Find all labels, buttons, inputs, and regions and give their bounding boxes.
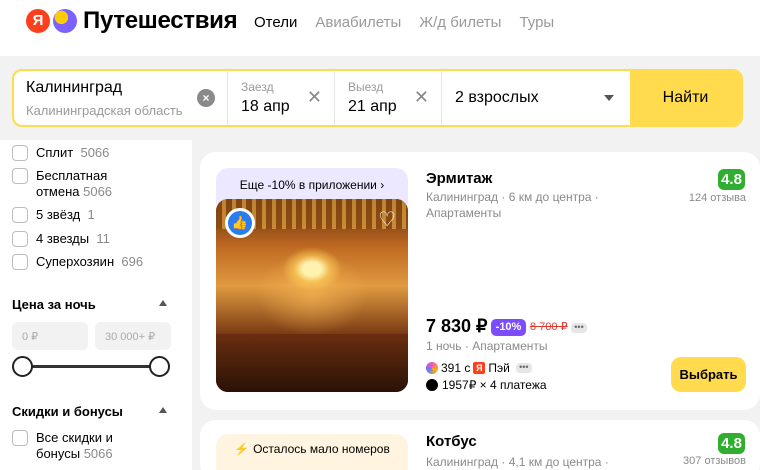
price-heading: Цена за ночь [12,297,96,312]
filter-all-discounts[interactable]: Все скидки и бонусы 5066 [12,430,142,462]
checkbox[interactable] [12,168,28,184]
filter-count: 5066 [80,145,110,160]
nav-tours[interactable]: Туры [519,14,554,31]
banner-text: Осталось мало номеров [253,442,390,456]
filter-count: 5066 [83,446,113,461]
nights-info: 1 ночь · Апартаменты [426,339,548,353]
filter-label: Суперхозяин [36,254,115,269]
hotel-location: Калининград · 6 км до центра · [426,190,599,204]
checkout-value: 21 апр [348,98,397,115]
hotel-name[interactable]: Котбус [426,433,477,450]
search-bar: Калининград Калининградская область × За… [12,69,743,127]
checkin-field[interactable]: Заезд 18 апр ✕ [228,71,335,125]
filters-sidebar: Сплит 5066 Бесплатная отмена 5066 5 звёз… [0,140,192,470]
low-availability-banner: ⚡ Осталось мало номеров [216,434,408,470]
split-payment: 1957₽ × 4 платежа [426,378,547,392]
hotel-type: Апартаменты [426,206,502,220]
chevron-down-icon [604,95,614,101]
hotel-location: Калининград · 4,1 км до центра · [426,455,609,469]
filter-superhost[interactable]: Суперхозяин 696 [12,254,143,270]
checkin-label: Заезд [241,80,274,94]
reviews-count[interactable]: 307 отзывов [683,455,746,467]
cashback-amount: 391 с [441,361,471,375]
filter-count: 1 [87,207,95,222]
plus-icon [426,362,438,374]
more-icon[interactable]: ••• [515,363,532,373]
hotel-photo[interactable]: 👍 ♡ [216,199,408,392]
rating-badge: 4.8 [718,169,745,190]
clear-checkout-icon[interactable]: ✕ [414,87,429,108]
thumbs-up-icon: 👍 [228,211,252,235]
discount-badge: -10% [491,319,526,336]
select-button[interactable]: Выбрать [671,357,746,392]
checkout-label: Выезд [348,80,384,94]
main-nav: Отели Авиабилеты Ж/д билеты Туры [254,14,554,31]
filter-count: 696 [121,254,144,269]
pay-label: Пэй [488,361,510,375]
hotel-card[interactable]: Еще -10% в приложении › 👍 ♡ Эрмитаж Кали… [200,152,760,410]
old-price: 8 700 ₽ [530,321,568,333]
checkout-field[interactable]: Выезд 21 апр ✕ [335,71,442,125]
yandex-pay-icon: Я [473,362,486,374]
filter-free-cancel[interactable]: Бесплатная отмена 5066 [12,168,142,200]
filter-count: 5066 [83,184,113,199]
price-slider-track[interactable] [22,365,160,368]
photo-decor [216,334,408,392]
price-max-input[interactable]: 30 000+ ₽ [95,322,171,350]
filter-count: 11 [96,231,110,246]
filter-label: 5 звёзд [36,207,81,222]
filter-4-stars[interactable]: 4 звезды 11 [12,231,110,247]
clear-icon[interactable]: × [197,89,215,107]
discounts-heading: Скидки и бонусы [12,404,123,419]
hotel-name[interactable]: Эрмитаж [426,170,492,187]
checkbox[interactable] [12,231,28,247]
city-region: Калининградская область [26,103,183,118]
find-button[interactable]: Найти [630,71,741,125]
more-icon[interactable]: ••• [571,323,587,333]
brand-title[interactable]: Путешествия [83,7,238,35]
nav-trains[interactable]: Ж/д билеты [419,14,501,31]
filter-split[interactable]: Сплит 5066 [12,145,109,161]
heart-icon[interactable]: ♡ [378,207,396,232]
price-slider-max-handle[interactable] [149,356,170,377]
checkin-value: 18 апр [241,98,290,115]
price: 7 830 ₽ [426,316,488,336]
lightning-icon: ⚡ [234,442,250,456]
checkbox[interactable] [12,145,28,161]
price-slider-min-handle[interactable] [12,356,33,377]
checkbox[interactable] [12,430,28,446]
filter-label: Сплит [36,145,74,160]
nav-flights[interactable]: Авиабилеты [315,14,401,31]
hotel-card[interactable]: ⚡ Осталось мало номеров Котбус Калинингра… [200,420,760,470]
guests-value: 2 взрослых [455,89,539,106]
split-icon [426,379,438,391]
split-text: 1957₽ × 4 платежа [442,378,547,392]
price-min-input[interactable]: 0 ₽ [12,322,88,350]
filter-label: 4 звезды [36,231,90,246]
clear-checkin-icon[interactable]: ✕ [307,87,322,108]
city-value: Калининград [26,79,123,96]
search-section: Калининград Калининградская область × За… [0,56,760,148]
reviews-count[interactable]: 124 отзыва [689,192,746,204]
yandex-logo[interactable]: Я [26,9,50,33]
filter-5-stars[interactable]: 5 звёзд 1 [12,207,95,223]
collapse-icon[interactable] [159,407,167,413]
guests-select[interactable]: 2 взрослых [442,71,630,125]
checkbox[interactable] [12,254,28,270]
globe-logo-icon [53,9,77,33]
checkbox[interactable] [12,207,28,223]
nav-hotels[interactable]: Отели [254,14,297,31]
cashback-info: 391 с Я Пэй ••• [426,361,532,375]
top-header: Я Путешествия Отели Авиабилеты Ж/д билет… [0,0,760,44]
collapse-icon[interactable] [159,300,167,306]
city-field[interactable]: Калининград Калининградская область × [14,71,228,125]
rating-badge: 4.8 [718,433,745,454]
